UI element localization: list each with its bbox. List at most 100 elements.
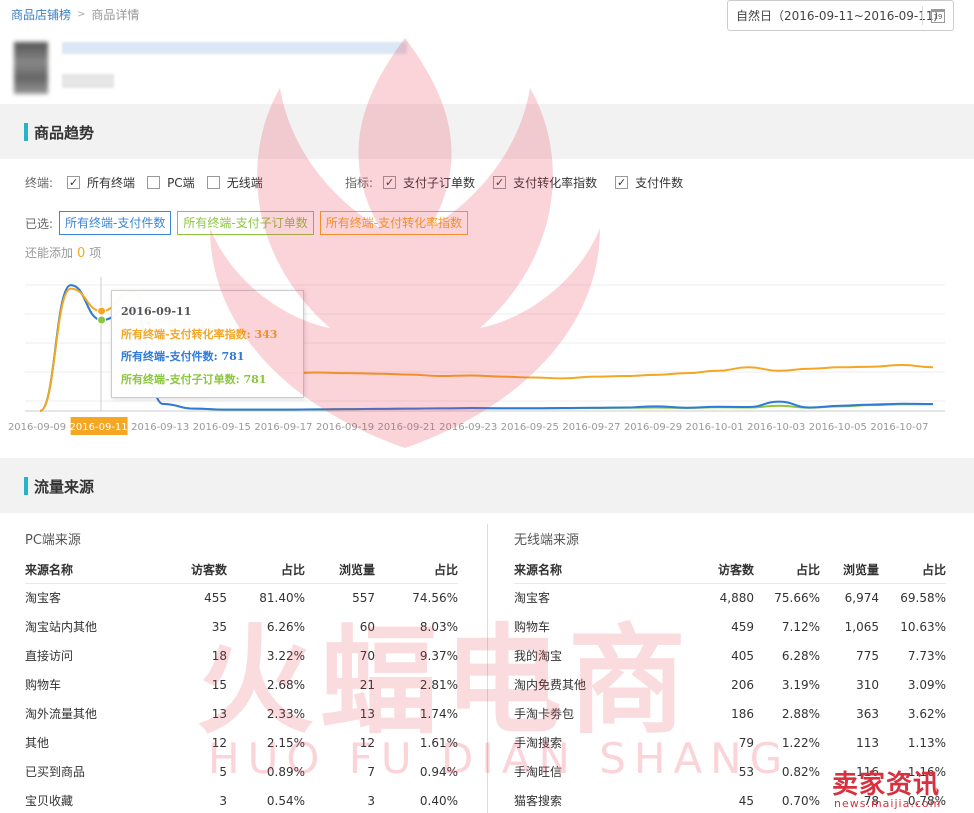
hover-point[interactable]: [97, 306, 107, 316]
value-cell: 79: [738, 735, 754, 750]
calendar-icon[interactable]: 19: [931, 9, 945, 23]
table-row[interactable]: 淘宝客 455 81.40% 557 74.56%: [25, 583, 458, 612]
table-row[interactable]: 淘外流量其他 13 2.33% 13 1.74%: [25, 699, 458, 728]
checkbox-unchecked-icon[interactable]: [147, 175, 161, 189]
table-row[interactable]: 猫客搜索 45 0.70% 78 0.78%: [514, 786, 946, 813]
section-accent-bar: [24, 123, 28, 141]
column-header[interactable]: 占比: [754, 556, 820, 584]
x-tick-label: 2016-09-09: [8, 422, 66, 433]
metric-filter: 指标: ✓ 支付子订单数 ✓ 支付转化率指数 ✓ 支付件数: [345, 173, 695, 191]
hover-point[interactable]: [97, 315, 107, 325]
selected-tag[interactable]: 所有终端-支付转化率指数: [319, 211, 469, 235]
source-name-cell: 购物车: [25, 678, 62, 692]
source-name-cell: 手淘搜索: [514, 736, 563, 750]
table-row[interactable]: 手淘搜索 79 1.22% 113 1.13%: [514, 728, 946, 757]
terminal-option-label: PC端: [167, 175, 195, 190]
column-header[interactable]: 访客数: [165, 556, 227, 584]
column-header[interactable]: 占比: [375, 556, 458, 584]
value-cell: 8.03%: [419, 619, 458, 634]
table-row[interactable]: 其他 12 2.15% 12 1.61%: [25, 728, 458, 757]
selected-tag[interactable]: 所有终端-支付子订单数: [177, 211, 314, 235]
value-cell: 1,065: [844, 619, 879, 634]
table-row[interactable]: 淘内免费其他 206 3.19% 310 3.09%: [514, 670, 946, 699]
value-cell: 15: [211, 677, 227, 692]
value-cell: 13: [211, 706, 227, 721]
value-cell: 4,880: [719, 590, 754, 605]
table-row[interactable]: 宝贝收藏 3 0.54% 3 0.40%: [25, 786, 458, 813]
wireless-source-table: 来源名称 访客数 占比 浏览量 占比 淘宝客 4,880 75.66% 6,974 69…: [514, 556, 946, 813]
value-cell: 455: [204, 590, 227, 605]
value-cell: 0.70%: [781, 793, 820, 808]
product-title-blurred[interactable]: [62, 42, 407, 54]
table-row[interactable]: 购物车 15 2.68% 21 2.81%: [25, 670, 458, 699]
table-row[interactable]: 直接访问 18 3.22% 70 9.37%: [25, 641, 458, 670]
column-header[interactable]: 来源名称: [514, 556, 654, 584]
value-cell: 3.22%: [266, 648, 305, 663]
section-accent-bar: [24, 477, 28, 495]
checkbox-checked-icon[interactable]: ✓: [67, 175, 81, 189]
value-cell: 405: [731, 648, 754, 663]
metric-option-label: 支付件数: [635, 175, 684, 190]
column-header[interactable]: 来源名称: [25, 556, 165, 584]
table-row[interactable]: 已买到商品 5 0.89% 7 0.94%: [25, 757, 458, 786]
value-cell: 2.33%: [266, 706, 305, 721]
source-name-cell: 已买到商品: [25, 765, 86, 779]
product-thumbnail[interactable]: [14, 42, 48, 94]
value-cell: 21: [359, 677, 375, 692]
breadcrumb-link-shop-ranking[interactable]: 商品店铺榜: [11, 6, 71, 23]
x-tick-label: 2016-10-07: [870, 422, 928, 433]
table-header-row: 来源名称 访客数 占比 浏览量 占比: [25, 556, 458, 584]
table-row[interactable]: 淘宝站内其他 35 6.26% 60 8.03%: [25, 612, 458, 641]
traffic-section-title: 流量来源: [34, 478, 95, 496]
checkbox-checked-icon[interactable]: ✓: [615, 175, 629, 189]
selected-tag[interactable]: 所有终端-支付件数: [59, 211, 172, 235]
checkbox-checked-icon[interactable]: ✓: [493, 175, 507, 189]
breadcrumb: 商品店铺榜 > 商品详情: [11, 6, 139, 23]
metric-option-label: 支付转化率指数: [513, 175, 598, 190]
x-tick-label: 2016-09-29: [624, 422, 682, 433]
metric-option-suborders[interactable]: ✓ 支付子订单数: [383, 174, 475, 191]
value-cell: 1.13%: [907, 735, 946, 750]
value-cell: 1.61%: [419, 735, 458, 750]
table-row[interactable]: 手淘卡劵包 186 2.88% 363 3.62%: [514, 699, 946, 728]
value-cell: 1.22%: [781, 735, 820, 750]
metric-option-conversion-index[interactable]: ✓ 支付转化率指数: [493, 174, 597, 191]
x-tick-label: 2016-09-27: [562, 422, 620, 433]
table-row[interactable]: 购物车 459 7.12% 1,065 10.63%: [514, 612, 946, 641]
value-cell: 186: [731, 706, 754, 721]
value-cell: 206: [731, 677, 754, 692]
checkbox-unchecked-icon[interactable]: [206, 175, 220, 189]
value-cell: 12: [359, 735, 375, 750]
table-row[interactable]: 手淘旺信 53 0.82% 116 1.16%: [514, 757, 946, 786]
value-cell: 0.78%: [907, 793, 946, 808]
x-tick-label: 2016-09-17: [254, 422, 312, 433]
selected-label: 已选:: [25, 216, 54, 231]
column-header[interactable]: 占比: [227, 556, 305, 584]
column-header[interactable]: 浏览量: [820, 556, 879, 584]
value-cell: 3.09%: [907, 677, 946, 692]
column-header[interactable]: 占比: [879, 556, 946, 584]
value-cell: 363: [856, 706, 879, 721]
column-header[interactable]: 访客数: [654, 556, 754, 584]
value-cell: 0.94%: [419, 764, 458, 779]
value-cell: 9.37%: [419, 648, 458, 663]
add-prefix: 还能添加: [25, 246, 74, 260]
terminal-option-label: 无线端: [226, 175, 263, 190]
value-cell: 3: [219, 793, 227, 808]
pc-source-table: 来源名称 访客数 占比 浏览量 占比 淘宝客 455 81.40% 557 74.56%…: [25, 556, 458, 813]
metric-option-items-paid[interactable]: ✓ 支付件数: [615, 174, 683, 191]
table-header-row: 来源名称 访客数 占比 浏览量 占比: [514, 556, 946, 584]
checkbox-checked-icon[interactable]: ✓: [383, 175, 397, 189]
table-row[interactable]: 我的淘宝 405 6.28% 775 7.73%: [514, 641, 946, 670]
terminal-option-wireless[interactable]: 无线端: [206, 174, 263, 191]
terminal-option-all[interactable]: ✓ 所有终端: [67, 174, 135, 191]
value-cell: 2.68%: [266, 677, 305, 692]
value-cell: 2.81%: [419, 677, 458, 692]
column-header[interactable]: 浏览量: [305, 556, 375, 584]
terminal-option-pc[interactable]: PC端: [147, 174, 195, 191]
table-row[interactable]: 淘宝客 4,880 75.66% 6,974 69.58%: [514, 583, 946, 612]
wireless-source-title: 无线端来源: [514, 533, 580, 548]
date-range-picker[interactable]: 自然日（2016-09-11~2016-09-11） 19: [727, 0, 954, 31]
value-cell: 6.28%: [781, 648, 820, 663]
source-name-cell: 购物车: [514, 620, 551, 634]
